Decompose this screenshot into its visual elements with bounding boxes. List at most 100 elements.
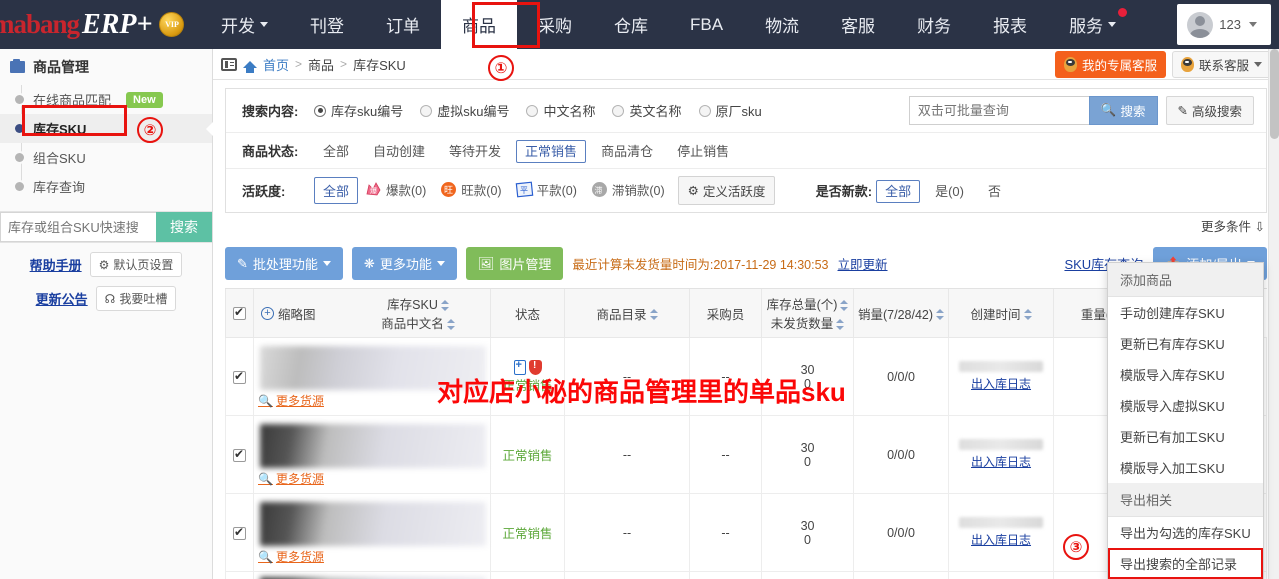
more-source-link[interactable]: 🔍 更多货源 bbox=[258, 548, 324, 565]
stock-log-link[interactable]: 出入库日志 bbox=[971, 455, 1031, 469]
thumbnail-cell-partial bbox=[252, 571, 492, 579]
nav-item-7[interactable]: 物流 bbox=[744, 0, 820, 49]
dropdown-export-item-1[interactable]: 导出搜索的全部记录 bbox=[1108, 548, 1263, 579]
activity-option-2[interactable]: 平平款(0) bbox=[515, 180, 577, 199]
sidebar-group-header[interactable]: 商品管理 bbox=[0, 49, 212, 85]
activity-option-1[interactable]: 旺旺款(0) bbox=[439, 180, 502, 199]
more-source-link[interactable]: 🔍 更多货源 bbox=[258, 470, 324, 487]
product-thumbnail[interactable] bbox=[260, 502, 487, 546]
nav-item-label: 客服 bbox=[841, 17, 876, 36]
product-status-option-1[interactable]: 自动创建 bbox=[364, 140, 434, 163]
dropdown-export-item-0[interactable]: 导出为勾选的库存SKU bbox=[1108, 517, 1263, 548]
tip-prefix: 最近计算未发货量时间为: bbox=[572, 258, 714, 272]
product-thumbnail[interactable] bbox=[260, 424, 487, 468]
radio-icon[interactable] bbox=[698, 104, 711, 117]
nav-item-8[interactable]: 客服 bbox=[820, 0, 896, 49]
search-content-option-2[interactable]: 中文名称 bbox=[526, 101, 595, 120]
search-content-option-1[interactable]: 虚拟sku编号 bbox=[420, 101, 509, 120]
vertical-scrollbar[interactable] bbox=[1268, 49, 1279, 579]
activity-option-0[interactable]: 爆爆款(0) bbox=[364, 180, 426, 199]
user-name: 123 bbox=[1219, 17, 1241, 32]
radio-icon[interactable] bbox=[314, 104, 326, 117]
activity-option-label: 旺款(0) bbox=[461, 184, 502, 198]
nav-item-6[interactable]: FBA bbox=[669, 0, 744, 49]
default-page-settings-button[interactable]: ⚙ 默认页设置 bbox=[89, 252, 183, 277]
user-menu[interactable]: 123 bbox=[1177, 4, 1271, 45]
search-button[interactable]: 🔍 搜索 bbox=[1088, 96, 1158, 125]
search-input[interactable] bbox=[908, 96, 1089, 125]
row-checkbox[interactable] bbox=[233, 525, 246, 540]
sidebar-item-1[interactable]: 库存SKU bbox=[0, 114, 213, 143]
dropdown-export-items: 导出为勾选的库存SKU 导出搜索的全部记录 bbox=[1108, 517, 1263, 579]
advanced-search-button[interactable]: ✎ 高级搜索 bbox=[1165, 96, 1254, 125]
product-status-option-2[interactable]: 等待开发 bbox=[440, 140, 510, 163]
update-announcement-link[interactable]: 更新公告 bbox=[36, 289, 88, 308]
activity-option-3[interactable]: 滞滞销款(0) bbox=[590, 180, 665, 199]
nav-item-0[interactable]: 开发 bbox=[200, 0, 289, 49]
dropdown-add-item-5[interactable]: 模版导入加工SKU bbox=[1108, 452, 1263, 483]
nav-item-4[interactable]: 采购 bbox=[517, 0, 593, 49]
search-content-option-label: 原厂sku bbox=[715, 104, 762, 119]
row-checkbox[interactable] bbox=[233, 369, 246, 384]
contact-service-button[interactable]: 联系客服 bbox=[1171, 50, 1271, 78]
header-text: 库存SKU bbox=[349, 294, 487, 313]
nav-item-3[interactable]: 商品 bbox=[441, 0, 517, 49]
nav-item-1[interactable]: 刊登 bbox=[289, 0, 365, 49]
product-status-option-3[interactable]: 正常销售 bbox=[516, 140, 587, 163]
is-new-option-2[interactable]: 否 bbox=[979, 180, 1010, 203]
activity-all-option[interactable]: 全部 bbox=[314, 177, 359, 204]
collapse-sidebar-icon[interactable] bbox=[221, 57, 237, 71]
search-button-label: 搜索 bbox=[1120, 105, 1146, 119]
radio-icon[interactable] bbox=[420, 104, 433, 117]
product-status-option-0[interactable]: 全部 bbox=[314, 140, 358, 163]
breadcrumb-home[interactable]: 首页 bbox=[263, 55, 289, 74]
sidebar-search-input[interactable] bbox=[0, 212, 156, 242]
scrollbar-thumb[interactable] bbox=[1270, 49, 1279, 139]
nav-item-5[interactable]: 仓库 bbox=[593, 0, 669, 49]
more-function-button[interactable]: ❋ 更多功能 bbox=[351, 247, 457, 280]
row-checkbox[interactable] bbox=[233, 447, 246, 462]
more-conditions-toggle[interactable]: 更多条件 ⇩ bbox=[213, 213, 1279, 240]
my-service-button[interactable]: 我的专属客服 bbox=[1054, 50, 1166, 78]
feedback-button[interactable]: ☊ 我要吐槽 bbox=[95, 286, 177, 311]
search-content-option-0[interactable]: 库存sku编号 bbox=[314, 101, 403, 120]
product-status-option-5[interactable]: 停止销售 bbox=[668, 140, 738, 163]
product-status-option-4[interactable]: 商品清仓 bbox=[592, 140, 662, 163]
row-select-cell bbox=[225, 337, 254, 416]
breadcrumb-level2[interactable]: 商品 bbox=[308, 55, 334, 74]
sidebar-item-2[interactable]: 组合SKU bbox=[0, 143, 212, 172]
sidebar-search-button[interactable]: 搜索 bbox=[156, 212, 212, 242]
nav-item-9[interactable]: 财务 bbox=[896, 0, 972, 49]
search-content-option-4[interactable]: 原厂sku bbox=[698, 101, 762, 120]
radio-icon[interactable] bbox=[612, 104, 625, 117]
dropdown-add-item-0[interactable]: 手动创建库存SKU bbox=[1108, 297, 1263, 328]
update-now-link[interactable]: 立即更新 bbox=[838, 254, 888, 273]
dropdown-add-item-1[interactable]: 更新已有库存SKU bbox=[1108, 328, 1263, 359]
is-new-filter: 是否新款: 全部 是(0) 否 bbox=[816, 180, 1266, 203]
sidebar-item-3[interactable]: 库存查询 bbox=[0, 172, 212, 201]
brand-logo[interactable]: mabang ERP+ VIP bbox=[0, 0, 200, 49]
dropdown-add-item-3[interactable]: 模版导入虚拟SKU bbox=[1108, 390, 1263, 421]
nav-item-11[interactable]: 服务 bbox=[1048, 0, 1137, 49]
is-new-option-1[interactable]: 是(0) bbox=[926, 180, 973, 203]
dropdown-add-item-2[interactable]: 模版导入库存SKU bbox=[1108, 359, 1263, 390]
select-all-checkbox[interactable] bbox=[233, 305, 246, 321]
help-manual-link[interactable]: 帮助手册 bbox=[30, 255, 82, 274]
define-activity-button[interactable]: ⚙ 定义活跃度 bbox=[677, 176, 776, 205]
sidebar-item-0[interactable]: 在线商品匹配 New bbox=[0, 85, 212, 114]
search-content-option-3[interactable]: 英文名称 bbox=[612, 101, 682, 120]
dropdown-add-item-4[interactable]: 更新已有加工SKU bbox=[1108, 421, 1263, 452]
stock-log-link[interactable]: 出入库日志 bbox=[971, 377, 1031, 391]
nav-item-label: 物流 bbox=[765, 17, 800, 36]
header-label: 商品目录 bbox=[596, 307, 647, 322]
radio-icon[interactable] bbox=[526, 104, 539, 117]
more-source-link[interactable]: 🔍 更多货源 bbox=[258, 392, 324, 409]
image-manage-button[interactable]: 🖼 图片管理 bbox=[465, 247, 564, 280]
batch-function-button[interactable]: ✎ 批处理功能 bbox=[225, 247, 343, 280]
nav-item-10[interactable]: 报表 bbox=[972, 0, 1048, 49]
nav-item-2[interactable]: 订单 bbox=[365, 0, 441, 49]
stock-log-link[interactable]: 出入库日志 bbox=[971, 533, 1031, 547]
is-new-option-0[interactable]: 全部 bbox=[876, 180, 921, 203]
search-icon: 🔍 bbox=[1100, 103, 1117, 117]
expand-all-icon[interactable]: + bbox=[261, 306, 274, 320]
